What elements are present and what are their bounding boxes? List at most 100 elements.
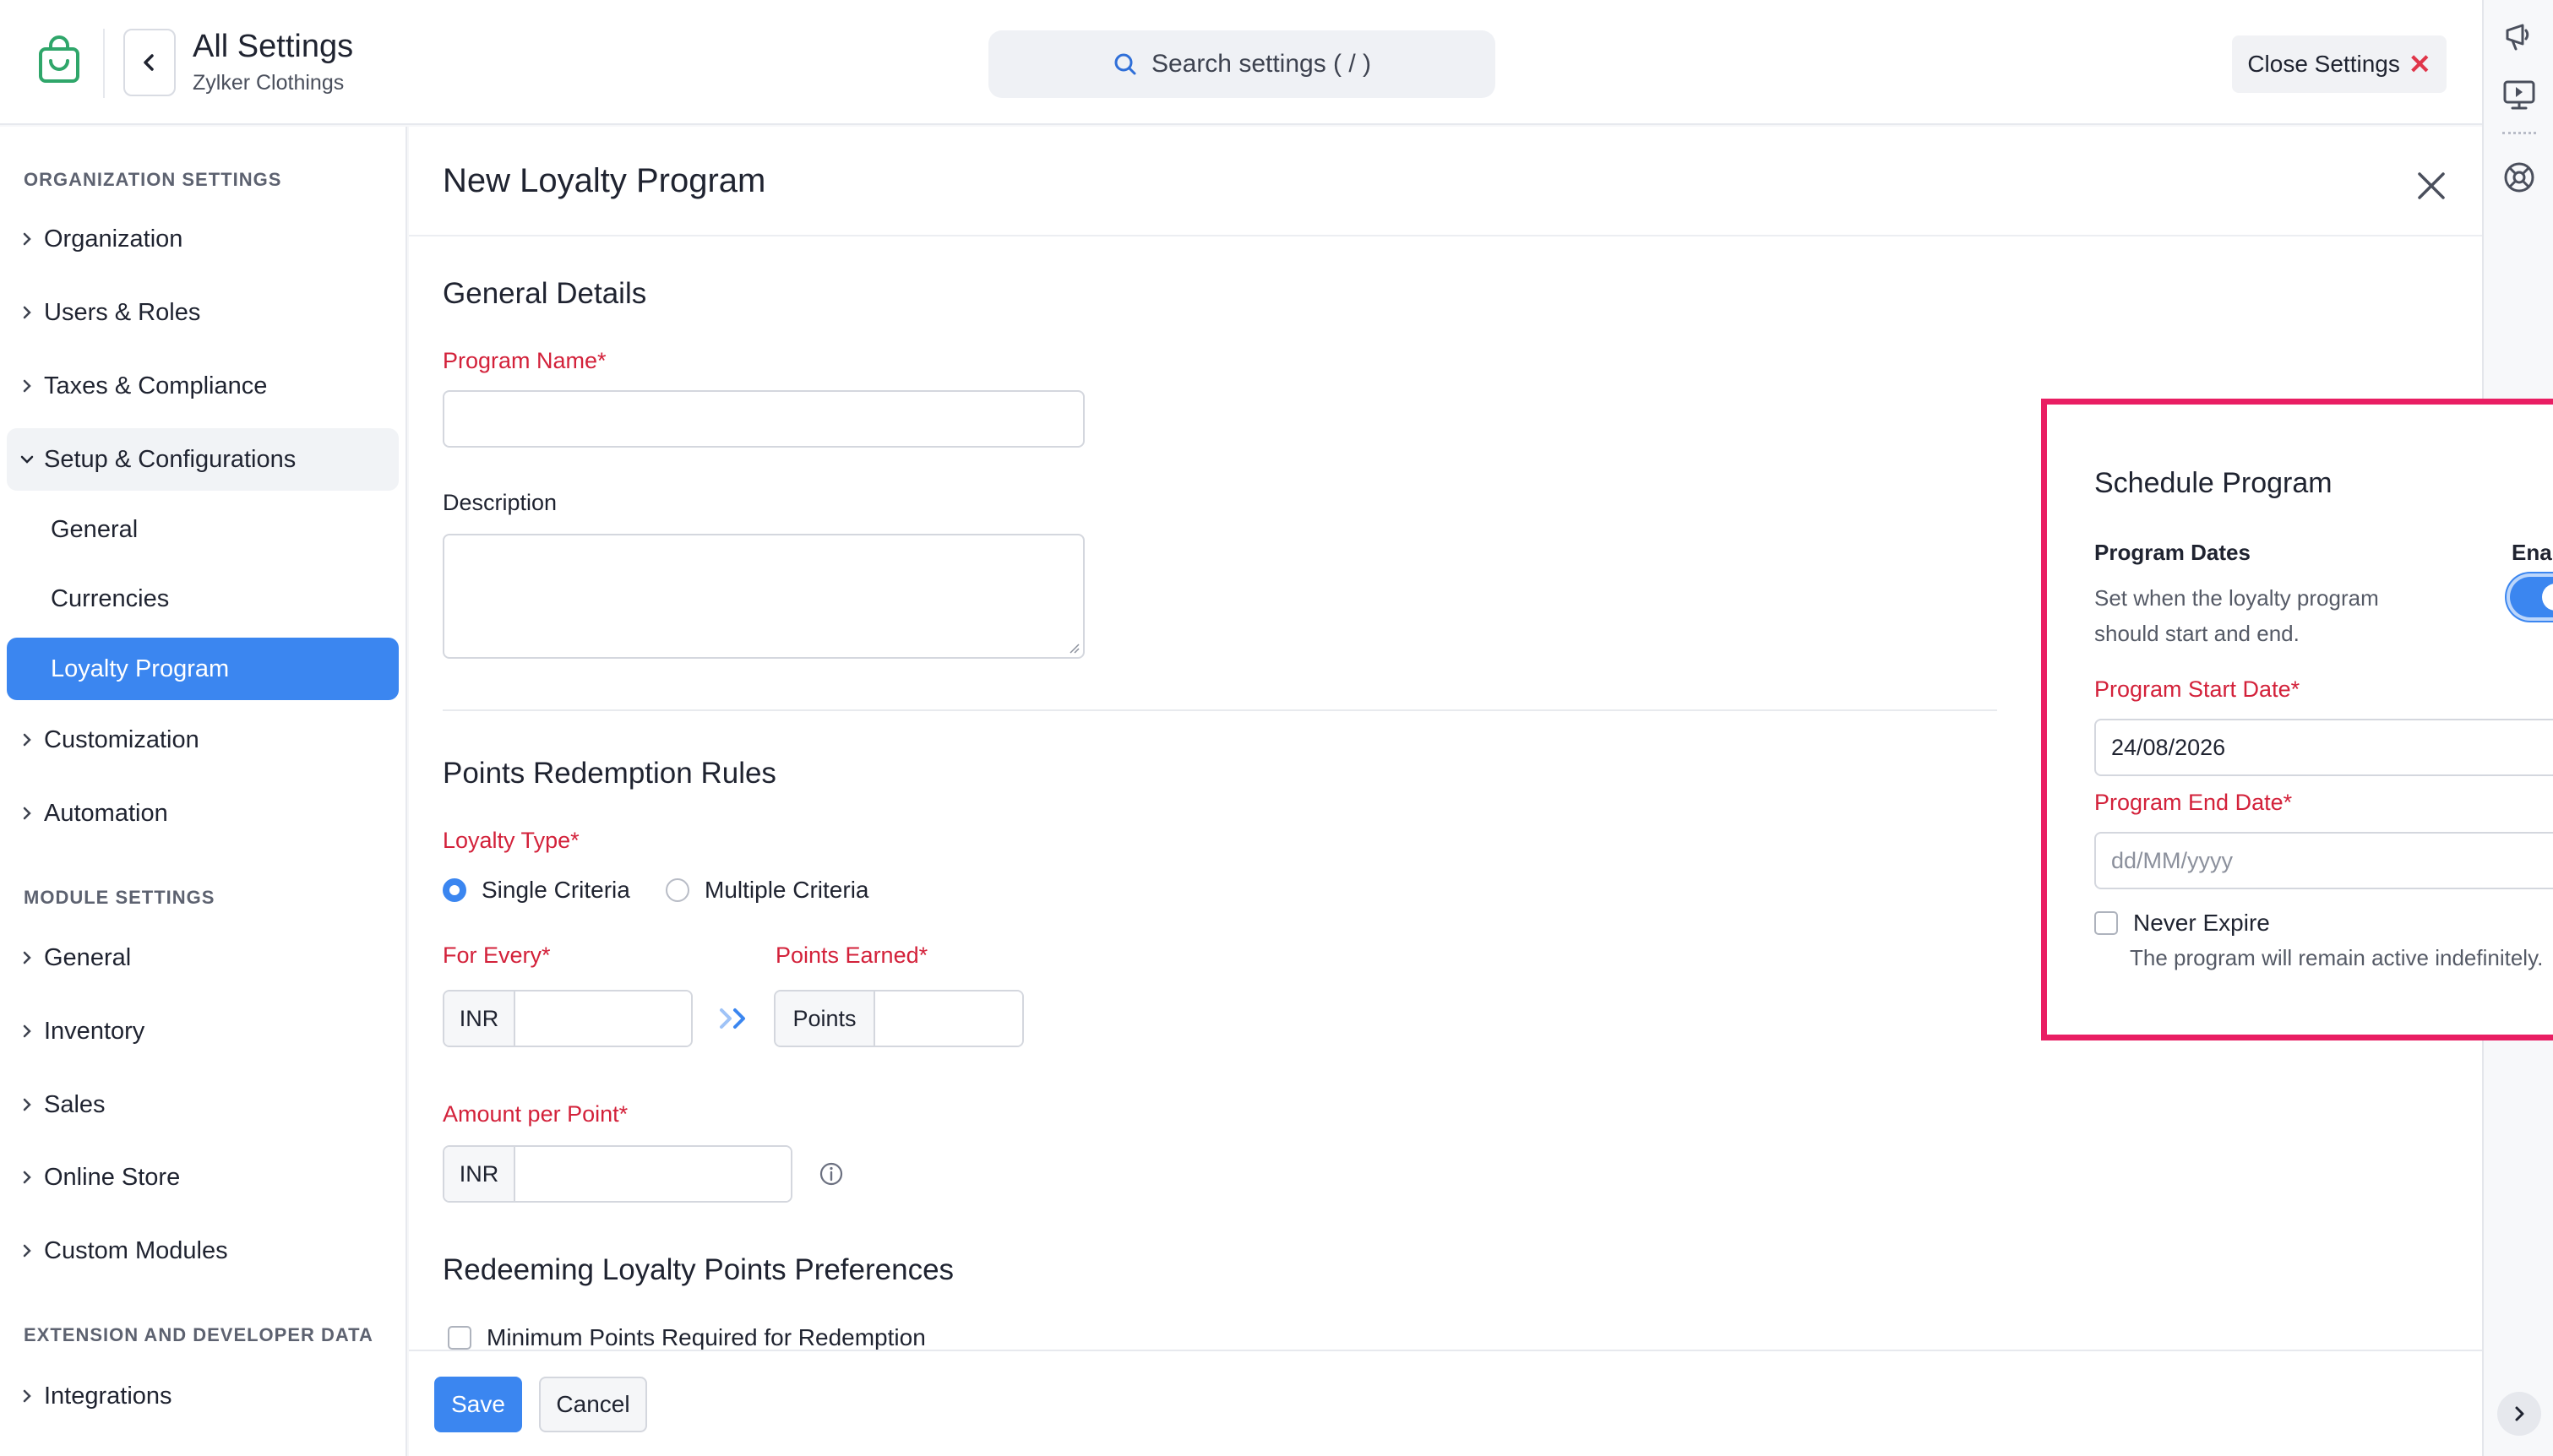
- sidebar-item-label: Customization: [44, 725, 199, 753]
- loyalty-type-label: Loyalty Type*: [443, 828, 580, 853]
- chevron-right-icon: [2515, 1406, 2524, 1421]
- minimum-points-checkbox[interactable]: Minimum Points Required for Redemption: [448, 1324, 926, 1351]
- currency-addon: INR: [444, 991, 515, 1046]
- sidebar-item-label: Organization: [44, 225, 183, 253]
- program-name-input[interactable]: [443, 390, 1085, 448]
- radio-label: Single Criteria: [482, 877, 630, 903]
- expand-rail-button[interactable]: [2497, 1392, 2541, 1436]
- sidebar-item-label: Automation: [44, 799, 168, 827]
- chevron-right-icon: [7, 1098, 44, 1111]
- sidebar-item-organization[interactable]: Organization: [7, 208, 399, 270]
- search-settings-input[interactable]: Search settings ( / ): [988, 30, 1495, 98]
- sidebar-item-sales[interactable]: Sales: [7, 1073, 399, 1136]
- never-expire-checkbox[interactable]: Never Expire: [2094, 910, 2270, 937]
- for-every-input[interactable]: [515, 991, 691, 1046]
- section-divider: [443, 709, 1997, 711]
- whats-new-icon[interactable]: [2501, 19, 2538, 56]
- description-textarea[interactable]: [443, 534, 1085, 659]
- chevron-right-icon: [7, 733, 44, 747]
- radio-single-criteria[interactable]: Single Criteria: [443, 877, 630, 904]
- sidebar-item-label: Loyalty Program: [51, 655, 230, 682]
- sidebar-item-label: Sales: [44, 1090, 106, 1118]
- save-button[interactable]: Save: [434, 1377, 522, 1432]
- checkbox-label: Minimum Points Required for Redemption: [487, 1324, 926, 1350]
- chevron-right-icon: [7, 1244, 44, 1258]
- points-earned-input[interactable]: [875, 991, 1022, 1046]
- top-header: All Settings Zylker Clothings Search set…: [0, 0, 2482, 125]
- redeeming-preferences-heading: Redeeming Loyalty Points Preferences: [443, 1253, 955, 1286]
- header-divider: [103, 29, 105, 98]
- help-icon[interactable]: [2501, 159, 2538, 196]
- sidebar-item-setup-configurations[interactable]: Setup & Configurations: [7, 428, 399, 491]
- sidebar-item-online-store[interactable]: Online Store: [7, 1146, 399, 1209]
- points-redemption-heading: Points Redemption Rules: [443, 757, 776, 790]
- close-icon: ✕: [2408, 49, 2431, 79]
- chevron-right-icon: [7, 232, 44, 246]
- amount-per-point-input[interactable]: [515, 1147, 791, 1201]
- sidebar-item-label: Online Store: [44, 1163, 181, 1191]
- sidebar-item-inventory[interactable]: Inventory: [7, 1000, 399, 1062]
- search-icon: [1114, 53, 1136, 75]
- sidebar-item-automation[interactable]: Automation: [7, 782, 399, 845]
- program-dates-label: Program Dates: [2094, 540, 2251, 565]
- sidebar-item-taxes-compliance[interactable]: Taxes & Compliance: [7, 355, 399, 417]
- enabled-label: Enabled: [2512, 540, 2553, 565]
- resize-handle-icon[interactable]: [1068, 642, 1080, 654]
- sidebar-item-users-roles[interactable]: Users & Roles: [7, 281, 399, 344]
- end-date-input[interactable]: dd/MM/yyyy: [2094, 832, 2553, 889]
- info-icon[interactable]: [818, 1160, 845, 1187]
- checkbox-icon: [2094, 911, 2118, 935]
- sidebar-item-label: General: [51, 515, 139, 543]
- chevron-right-icon: [7, 807, 44, 820]
- radio-unselected-icon: [666, 878, 689, 902]
- never-expire-description: The program will remain active indefinit…: [2130, 945, 2544, 970]
- back-button[interactable]: [123, 29, 176, 96]
- for-every-label: For Every*: [443, 943, 551, 968]
- section-label-extension: EXTENSION AND DEVELOPER DATA: [24, 1324, 373, 1345]
- sidebar-item-customization[interactable]: Customization: [7, 709, 399, 771]
- sidebar-item-label: Taxes & Compliance: [44, 372, 268, 399]
- loyalty-program-form: New Loyalty Program General Details Prog…: [409, 127, 2553, 1456]
- title-divider: [409, 235, 2482, 236]
- checkbox-icon: [448, 1326, 471, 1350]
- sidebar-item-integrations[interactable]: Integrations: [7, 1365, 399, 1427]
- sidebar-item-loyalty-program[interactable]: Loyalty Program: [7, 638, 399, 700]
- amount-per-point-label: Amount per Point*: [443, 1101, 629, 1127]
- sidebar-item-label: Setup & Configurations: [44, 445, 297, 473]
- close-form-button[interactable]: [2413, 167, 2450, 204]
- chevron-down-icon: [7, 453, 44, 466]
- start-date-label: Program Start Date*: [2094, 676, 2300, 702]
- start-date-input[interactable]: 24/08/2026: [2094, 719, 2553, 776]
- video-tutorial-icon[interactable]: [2501, 76, 2538, 113]
- points-earned-input-group: Points: [774, 990, 1024, 1047]
- organization-name: Zylker Clothings: [193, 71, 345, 95]
- sidebar-item-currencies[interactable]: Currencies: [7, 568, 399, 630]
- toggle-knob: [2542, 584, 2553, 611]
- rail-separator: [2502, 132, 2536, 134]
- sidebar-item-module-general[interactable]: General: [7, 926, 399, 989]
- program-dates-toggle[interactable]: [2510, 577, 2553, 617]
- form-footer: Save Cancel: [409, 1350, 2482, 1456]
- sidebar-item-label: General: [44, 943, 132, 971]
- sidebar-item-label: Currencies: [51, 584, 170, 612]
- radio-multiple-criteria[interactable]: Multiple Criteria: [666, 877, 869, 904]
- close-settings-button[interactable]: Close Settings ✕: [2232, 35, 2447, 93]
- double-chevron-right-icon: [716, 1005, 754, 1032]
- for-every-input-group: INR: [443, 990, 693, 1047]
- schedule-program-title: Schedule Program: [2094, 467, 2333, 499]
- end-date-label: Program End Date*: [2094, 790, 2293, 815]
- settings-title: All Settings: [193, 29, 354, 64]
- checkbox-label: Never Expire: [2133, 910, 2270, 936]
- settings-sidebar: ORGANIZATION SETTINGS Organization Users…: [0, 127, 407, 1456]
- chevron-right-icon: [7, 379, 44, 393]
- sidebar-item-label: Integrations: [44, 1382, 172, 1410]
- schedule-program-card: Schedule Program Program Dates Enabled S…: [2041, 399, 2553, 1040]
- sidebar-item-label: Custom Modules: [44, 1236, 228, 1264]
- sidebar-item-label: Inventory: [44, 1017, 145, 1045]
- amount-per-point-input-group: INR: [443, 1145, 792, 1203]
- radio-selected-icon: [443, 878, 466, 902]
- sidebar-item-general[interactable]: General: [7, 498, 399, 561]
- cancel-button[interactable]: Cancel: [539, 1377, 647, 1432]
- shopping-bag-icon[interactable]: [34, 35, 84, 86]
- sidebar-item-custom-modules[interactable]: Custom Modules: [7, 1220, 399, 1282]
